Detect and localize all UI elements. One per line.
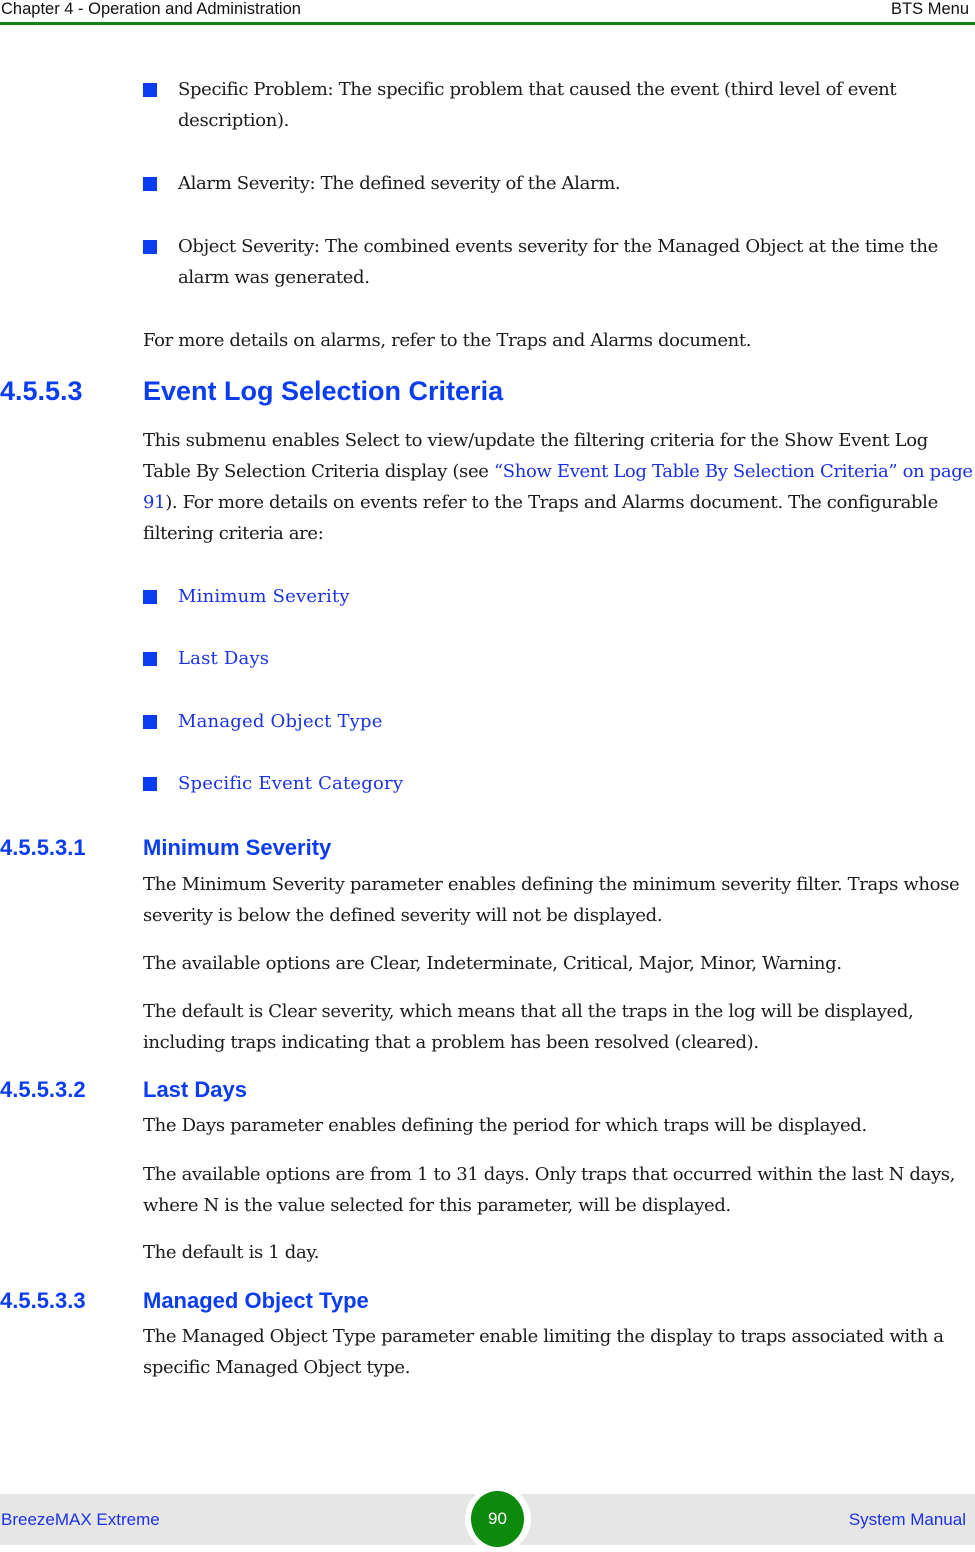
- subsection-number: 4.5.5.3.1: [0, 835, 86, 860]
- paragraph: The Days parameter enables defining the …: [143, 1115, 867, 1136]
- page-number-badge: 90: [471, 1491, 524, 1547]
- paragraph: The default is 1 day.: [143, 1242, 320, 1263]
- paragraph: The Minimum Severity parameter enables d…: [143, 874, 960, 926]
- criteria-label[interactable]: Minimum Severity: [178, 581, 975, 612]
- bullet-square-icon: [143, 240, 157, 254]
- page-footer: BreezeMAX Extreme 90 System Manual: [0, 1486, 975, 1552]
- section-title: BTS Menu: [891, 0, 969, 18]
- chapter-title: Chapter 4 - Operation and Administration: [1, 0, 301, 18]
- section-paragraph: This submenu enables Select to view/upda…: [143, 425, 975, 549]
- bullet-square-icon: [143, 83, 157, 97]
- list-item-text: Specific Problem: The specific problem t…: [178, 79, 897, 131]
- bullet-square-icon: [143, 590, 157, 604]
- alarms-note: For more details on alarms, refer to the…: [143, 330, 752, 351]
- list-item: Object Severity: The combined events sev…: [143, 231, 975, 293]
- bullet-square-icon: [143, 177, 157, 191]
- paragraph: The Managed Object Type parameter enable…: [143, 1326, 944, 1378]
- bullet-square-icon: [143, 777, 157, 791]
- criteria-item-specific-event-category[interactable]: Specific Event Category: [143, 768, 975, 799]
- subsection-title: Last Days: [143, 1077, 247, 1102]
- document-type: System Manual: [848, 1510, 966, 1529]
- paragraph: The available options are from 1 to 31 d…: [143, 1164, 956, 1216]
- list-item-text: Alarm Severity: The defined severity of …: [178, 173, 621, 194]
- subsection-number: 4.5.5.3.2: [0, 1077, 86, 1102]
- paragraph-text: ). For more details on events refer to t…: [143, 492, 938, 544]
- paragraph: The available options are Clear, Indeter…: [143, 953, 842, 974]
- criteria-item-managed-object-type[interactable]: Managed Object Type: [143, 706, 975, 737]
- criteria-item-last-days[interactable]: Last Days: [143, 643, 975, 674]
- subsection-title: Managed Object Type: [143, 1288, 369, 1313]
- list-item: Alarm Severity: The defined severity of …: [143, 168, 975, 199]
- bullet-square-icon: [143, 652, 157, 666]
- section-number: 4.5.5.3: [0, 376, 83, 406]
- criteria-item-minimum-severity[interactable]: Minimum Severity: [143, 581, 975, 612]
- criteria-label[interactable]: Specific Event Category: [178, 768, 975, 799]
- product-name: BreezeMAX Extreme: [1, 1510, 160, 1529]
- list-item-text: Object Severity: The combined events sev…: [178, 236, 938, 288]
- criteria-label[interactable]: Last Days: [178, 643, 975, 674]
- subsection-number: 4.5.5.3.3: [0, 1288, 86, 1313]
- subsection-title: Minimum Severity: [143, 835, 332, 860]
- section-title: Event Log Selection Criteria: [143, 376, 504, 406]
- list-item: Specific Problem: The specific problem t…: [143, 74, 975, 136]
- criteria-label[interactable]: Managed Object Type: [178, 706, 975, 737]
- bullet-square-icon: [143, 715, 157, 729]
- paragraph: The default is Clear severity, which mea…: [143, 1001, 914, 1053]
- page-header: Chapter 4 - Operation and Administration…: [0, 0, 975, 25]
